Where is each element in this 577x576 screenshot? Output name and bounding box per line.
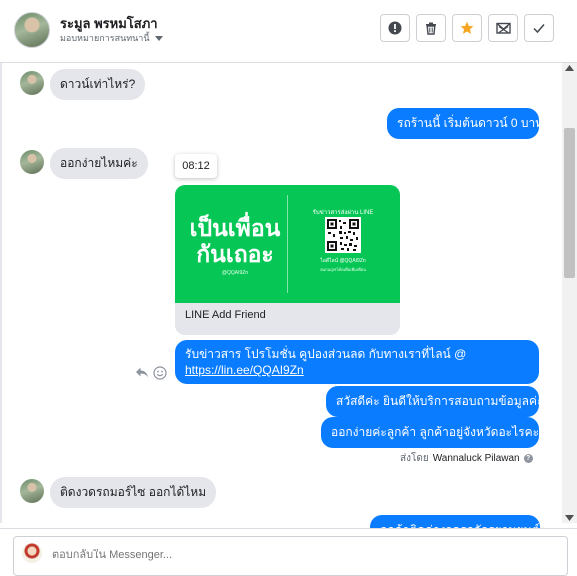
scroll-up-arrow-icon[interactable] [565,65,574,71]
contact-avatar[interactable] [14,12,50,48]
sender-avatar[interactable] [20,479,44,503]
card-caption: LINE Add Friend [185,309,266,321]
card-qr-desc: สแกนQRโค้ดเพื่อเพิ่มเพื่อน [320,267,366,272]
react-emoji-icon[interactable] [153,366,167,380]
scroll-down-arrow-icon[interactable] [565,515,574,521]
link-preview-card[interactable]: เป็นเพื่อน กันเถอะ @QQAI9Zn รับข่าวสารส่… [175,185,400,335]
star-button[interactable] [452,14,482,42]
composer-divider [0,528,577,529]
trash-icon [426,22,436,35]
card-qr-title: รับข่าวสารส่งผ่าน LINE [312,210,374,216]
outgoing-message: ออกง่ายค่ะลูกค้า ลูกค้าอยู่จังหวัดอะไรคะ [321,417,539,448]
assign-label: มอบหมายการสนทนานี้ [60,33,150,43]
outgoing-message-clip: ลูกค้าติดค่างวดรถจักรยานยนต์ [370,515,540,528]
outgoing-message: ลูกค้าติดค่างวดรถจักรยานยนต์ [370,515,540,528]
delete-button[interactable] [416,14,446,42]
sent-by-name[interactable]: Wannaluck Pilawan [433,453,520,464]
sender-avatar[interactable] [20,71,44,95]
reply-input[interactable] [52,549,352,561]
message-link[interactable]: https://lin.ee/QQAI9Zn [185,363,304,377]
check-icon [533,24,545,34]
caret-down-icon [154,35,163,41]
card-divider [287,195,288,293]
outgoing-message: รับข่าวสาร โปรโมชั่น คูปองส่วนลด กับทางเ… [175,340,539,384]
mark-spam-button[interactable] [380,14,410,42]
outgoing-message: สวัสดีค่ะ ยินดีให้บริการสอบถามข้อมูลค่ะ [326,386,544,417]
reply-icon[interactable] [135,366,149,379]
page-avatar [22,543,42,563]
incoming-message: ออกง่ายไหมค่ะ [50,148,148,179]
exclamation-circle-icon [388,21,402,35]
qr-code-icon [325,217,361,253]
card-headline: เป็นเพื่อน กันเถอะ [189,215,281,267]
scrollbar-thumb[interactable] [564,128,575,278]
outgoing-message: รถร้านนี้ เริ่มต้นดาวน์ 0 บาท [387,108,543,139]
incoming-message: ดาวน์เท่าไหร่? [50,69,146,100]
incoming-message: ติดงวดรถมอร์ไซ ออกได้ไหม [50,477,217,508]
card-headline-sub: @QQAI9Zn [221,270,249,276]
star-icon [460,21,474,34]
card-qr-id: ไอดีไลน์ @QQAI9Zn [320,258,366,264]
line-add-friend-image: เป็นเพื่อน กันเถอะ @QQAI9Zn รับข่าวสารส่… [175,185,400,303]
sender-avatar[interactable] [20,150,44,174]
message-text: รับข่าวสาร โปรโมชั่น คูปองส่วนลด กับทางเ… [185,347,467,361]
mark-unread-button[interactable] [488,14,518,42]
pane-edge [0,63,2,523]
info-icon[interactable]: ? [523,454,533,463]
assign-conversation-dropdown[interactable]: มอบหมายการสนทนานี้ [60,31,163,45]
mark-done-button[interactable] [524,14,554,42]
sent-by-label: ส่งโดย Wannaluck Pilawan ? [400,451,533,466]
envelope-x-icon [495,22,511,34]
timestamp-tooltip: 08:12 [175,154,217,178]
